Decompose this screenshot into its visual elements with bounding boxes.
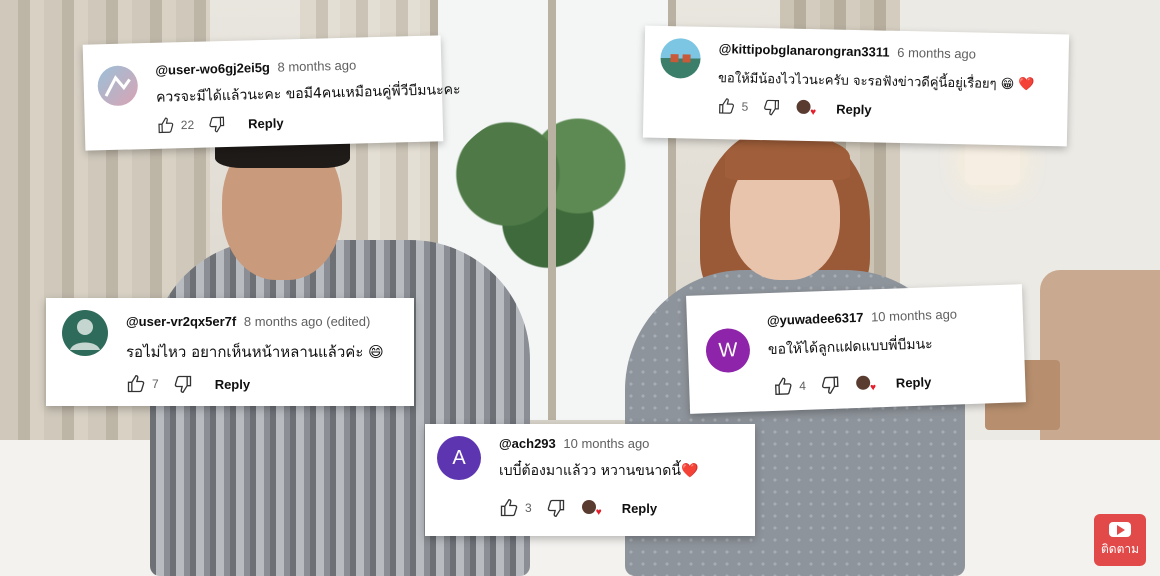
comment-author[interactable]: @yuwadee6317 <box>767 310 864 328</box>
comment-card: W @yuwadee6317 10 months ago ขอให้ได้ลูก… <box>686 284 1026 414</box>
reply-button[interactable]: Reply <box>215 377 250 392</box>
thumb-up-icon[interactable] <box>717 97 735 115</box>
comment-time[interactable]: 8 months ago (edited) <box>244 314 370 329</box>
thumb-down-icon[interactable] <box>208 115 226 133</box>
letter-avatar-icon[interactable]: W <box>705 327 751 374</box>
like-count: 4 <box>799 378 807 393</box>
comment-text: ขอให้มีน้องไวไวนะครับ จะรอฟังข่าวดีคู่นี… <box>717 71 1035 93</box>
comment-text: ขอให้ได้ลูกแฝดแบบพี่บีมนะ <box>767 336 933 359</box>
comment-author[interactable]: @kittipobglanarongran3311 <box>719 41 890 60</box>
comment-text: รอไม่ไหว อยากเห็นหน้าหลานแล้วค่ะ 😄 <box>126 343 384 361</box>
reply-button[interactable]: Reply <box>896 374 932 390</box>
woman-bangs <box>725 135 850 180</box>
like-count: 5 <box>741 99 749 114</box>
sketch-avatar-icon[interactable] <box>97 65 139 107</box>
creator-heart-icon: ♥ <box>581 500 602 518</box>
reply-button[interactable]: Reply <box>622 501 657 516</box>
subscribe-watermark[interactable]: ติดตาม <box>1094 514 1146 566</box>
comment-author[interactable]: @user-wo6gj2ei5g <box>155 60 270 78</box>
reply-button[interactable]: Reply <box>248 115 284 131</box>
like-count: 3 <box>525 501 532 515</box>
wall-lamp <box>965 140 1020 185</box>
creator-heart-icon: ♥ <box>855 375 876 394</box>
comment-card: @user-vr2qx5er7f 8 months ago (edited) ร… <box>46 298 414 406</box>
default-avatar-icon[interactable] <box>62 310 108 356</box>
thumb-down-icon[interactable] <box>762 98 780 116</box>
reply-button[interactable]: Reply <box>836 101 872 117</box>
thumb-up-icon[interactable] <box>126 374 146 394</box>
thumb-up-icon[interactable] <box>499 498 519 518</box>
thumb-down-icon[interactable] <box>546 498 566 518</box>
comment-time[interactable]: 10 months ago <box>871 306 957 324</box>
letter-avatar-icon[interactable]: A <box>437 436 481 480</box>
comment-time[interactable]: 8 months ago <box>277 58 356 75</box>
comment-text: เบบี๋ต้องมาแล้วว หวานขนาดนี้❤️ <box>499 463 699 479</box>
play-icon <box>1109 521 1131 537</box>
comment-card: A @ach293 10 months ago เบบี๋ต้องมาแล้วว… <box>425 424 755 536</box>
thumb-down-icon[interactable] <box>173 374 193 394</box>
comment-card: @user-wo6gj2ei5g 8 months ago ควรจะมีได้… <box>82 35 461 151</box>
like-count: 22 <box>180 117 195 133</box>
comment-author[interactable]: @user-vr2qx5er7f <box>126 314 236 329</box>
comment-card: @kittipobglanarongran3311 6 months ago ข… <box>642 25 1070 147</box>
landscape-avatar-icon[interactable] <box>660 37 701 79</box>
thumb-up-icon[interactable] <box>157 116 175 134</box>
thumb-up-icon[interactable] <box>773 376 794 397</box>
like-count: 7 <box>152 377 159 391</box>
subscribe-label: ติดตาม <box>1100 541 1140 556</box>
comment-author[interactable]: @ach293 <box>499 436 556 451</box>
comment-time[interactable]: 10 months ago <box>563 436 649 451</box>
thumb-down-icon[interactable] <box>820 375 841 396</box>
comment-text: ควรจะมีได้แล้วนะคะ ขอมี4คนเหมือนคู่พี่วี… <box>155 81 461 106</box>
comment-time[interactable]: 6 months ago <box>897 45 976 62</box>
creator-heart-icon: ♥ <box>796 99 816 118</box>
